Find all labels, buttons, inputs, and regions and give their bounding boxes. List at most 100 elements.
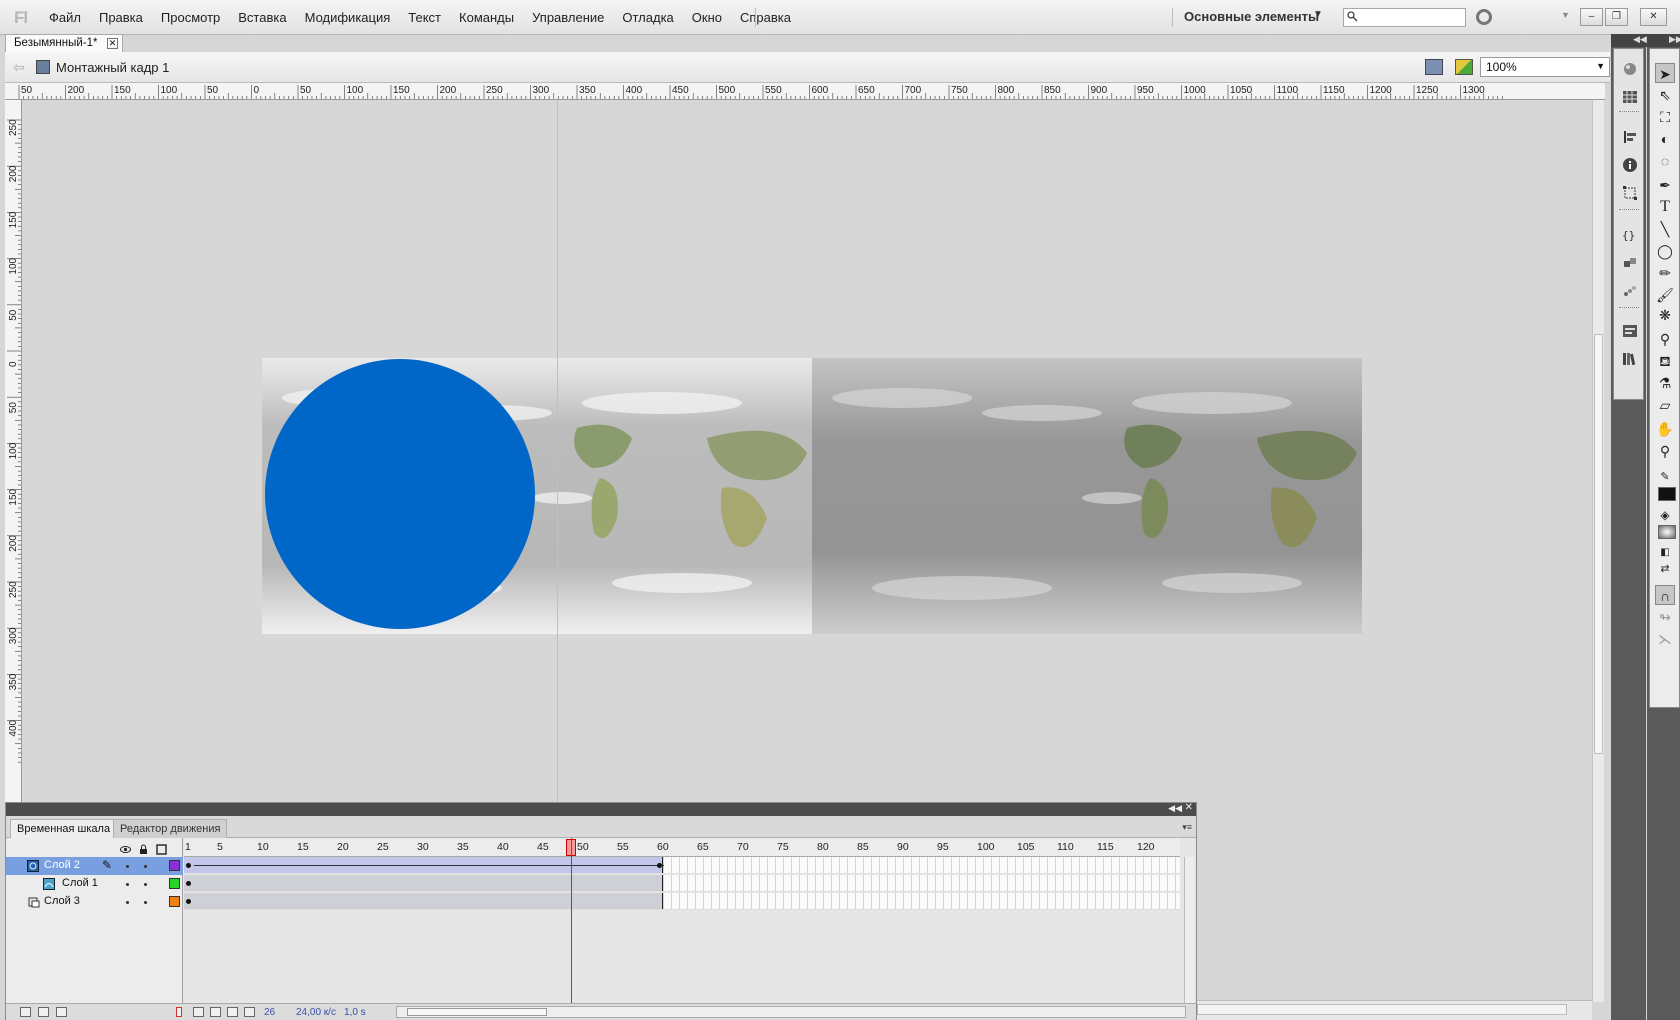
deco-tool-icon[interactable]: ❋	[1655, 305, 1675, 325]
dock-title-bar[interactable]: ◀◀ ▶▶	[1611, 34, 1680, 47]
paint-bucket-tool-icon[interactable]: ⛾	[1655, 351, 1675, 371]
properties-icon[interactable]	[1622, 323, 1638, 339]
center-frame-icon[interactable]	[176, 1007, 182, 1017]
chevron-down-icon[interactable]: ▼	[1596, 61, 1605, 71]
close-button[interactable]: ✕	[1640, 8, 1667, 26]
3d-rotation-tool-icon[interactable]: ◐	[1655, 129, 1675, 149]
back-arrow-icon[interactable]: ⇦	[13, 59, 25, 76]
fill-color-swatch[interactable]	[1658, 525, 1676, 539]
blue-circle-shape[interactable]	[265, 359, 535, 629]
new-folder-icon[interactable]	[38, 1007, 49, 1017]
code-snippets-icon[interactable]: {}	[1622, 227, 1638, 243]
minimize-button[interactable]: –	[1580, 8, 1603, 26]
tab-timeline[interactable]: Временная шкала	[10, 819, 118, 838]
lasso-tool-icon[interactable]: ◌	[1655, 151, 1675, 171]
frame-rate[interactable]: 24,00 к/с	[296, 1007, 336, 1018]
frame-row[interactable]	[184, 875, 1180, 892]
zoom-select[interactable]: 100% ▼	[1480, 57, 1610, 77]
layer-color-swatch[interactable]	[169, 896, 180, 907]
scrollbar-thumb[interactable]	[407, 1008, 547, 1016]
frame-span[interactable]	[184, 875, 663, 891]
scene-breadcrumb[interactable]: Монтажный кадр 1	[56, 60, 169, 75]
components-icon[interactable]	[1622, 255, 1638, 271]
document-tab[interactable]: Безымянный-1* ✕	[5, 34, 123, 52]
layer-color-swatch[interactable]	[169, 878, 180, 889]
lock-dot[interactable]	[144, 865, 147, 868]
chevron-down-icon[interactable]: ▼	[1561, 10, 1570, 20]
workspace-switcher[interactable]: Основные элементы	[1184, 9, 1319, 24]
restore-button[interactable]: ❐	[1605, 8, 1628, 26]
selection-tool-icon[interactable]: ➤	[1655, 63, 1675, 83]
stage-vertical-scrollbar[interactable]	[1592, 100, 1604, 1002]
panel-menu-icon[interactable]: ▾≡	[1182, 822, 1192, 833]
onion-outline-icon[interactable]	[210, 1007, 221, 1017]
close-icon[interactable]: ✕	[107, 38, 118, 49]
timeline-horizontal-scrollbar[interactable]	[396, 1006, 1186, 1018]
frame-span[interactable]	[184, 893, 663, 909]
layer-name[interactable]: Слой 1	[62, 877, 98, 889]
subselection-tool-icon[interactable]: ⇖	[1655, 85, 1675, 105]
frame-row[interactable]	[184, 893, 1180, 910]
hand-tool-icon[interactable]: ✋	[1655, 419, 1675, 439]
brush-tool-icon[interactable]: 🖌	[1655, 285, 1675, 305]
vertical-ruler[interactable]: 250 200 150 100 50 0 50 100 150 200 250 300 350 400	[5, 100, 22, 802]
pencil-tool-icon[interactable]: ✏	[1655, 263, 1675, 283]
layer-name[interactable]: Слой 2	[44, 859, 80, 871]
eyedropper-tool-icon[interactable]: ⚗	[1655, 373, 1675, 393]
lock-dot[interactable]	[144, 883, 147, 886]
smooth-icon[interactable]: ↬	[1655, 607, 1675, 627]
menu-debug[interactable]: Отладка	[613, 10, 682, 25]
bone-tool-icon[interactable]: ⚲	[1655, 329, 1675, 349]
text-tool-icon[interactable]: T	[1655, 197, 1675, 217]
layer-row[interactable]: Слой 3	[6, 893, 183, 911]
menu-help[interactable]: Справка	[731, 10, 800, 25]
eraser-tool-icon[interactable]: ▱	[1655, 395, 1675, 415]
align-icon[interactable]	[1622, 129, 1638, 145]
menu-text[interactable]: Текст	[399, 10, 450, 25]
timeline-vertical-scrollbar[interactable]	[1184, 857, 1194, 1003]
swatches-icon[interactable]	[1622, 89, 1638, 105]
chevron-down-icon[interactable]: ▼	[1313, 9, 1323, 20]
frame-row[interactable]	[184, 857, 1180, 874]
keyframe[interactable]	[657, 863, 662, 868]
panel-grip[interactable]	[1619, 209, 1639, 211]
motion-presets-icon[interactable]	[1622, 283, 1638, 299]
edit-symbols-icon[interactable]	[1455, 59, 1473, 75]
stage-pasteboard[interactable]	[22, 100, 1604, 802]
menu-view[interactable]: Просмотр	[152, 10, 229, 25]
current-frame[interactable]: 26	[264, 1007, 275, 1018]
line-tool-icon[interactable]: ╲	[1655, 219, 1675, 239]
keyframe[interactable]	[186, 899, 191, 904]
layer-color-swatch[interactable]	[169, 860, 180, 871]
scrollbar-thumb[interactable]	[1594, 334, 1603, 754]
menu-edit[interactable]: Правка	[90, 10, 152, 25]
info-icon[interactable]	[1622, 157, 1638, 173]
sync-settings-icon[interactable]	[1476, 9, 1492, 25]
lock-dot[interactable]	[144, 901, 147, 904]
pen-tool-icon[interactable]: ✒	[1655, 175, 1675, 195]
lock-icon[interactable]	[138, 844, 149, 855]
layer-row[interactable]: Слой 2 ✎	[6, 857, 183, 875]
visibility-dot[interactable]	[126, 883, 129, 886]
edit-multiple-frames-icon[interactable]	[227, 1007, 238, 1017]
expand-icon[interactable]: ▶▶	[1669, 34, 1680, 45]
swap-colors-icon[interactable]: ⇄	[1655, 559, 1675, 579]
panel-grip[interactable]	[1619, 111, 1639, 113]
close-icon[interactable]: ✕	[1185, 802, 1193, 813]
visibility-dot[interactable]	[126, 901, 129, 904]
panel-grip[interactable]	[1619, 307, 1639, 309]
menu-control[interactable]: Управление	[523, 10, 613, 25]
modify-markers-icon[interactable]	[244, 1007, 255, 1017]
fill-color-icon[interactable]: ◈	[1655, 505, 1675, 525]
collapse-icon[interactable]: ◀◀	[1168, 803, 1182, 814]
snap-magnet-icon[interactable]: ∩	[1655, 585, 1675, 605]
menu-insert[interactable]: Вставка	[229, 10, 295, 25]
visibility-dot[interactable]	[126, 865, 129, 868]
menu-modify[interactable]: Модификация	[296, 10, 400, 25]
menu-file[interactable]: Файл	[40, 10, 90, 25]
transform-icon[interactable]	[1622, 185, 1638, 201]
new-layer-icon[interactable]	[20, 1007, 31, 1017]
keyframe[interactable]	[186, 863, 191, 868]
onion-skin-icon[interactable]	[193, 1007, 204, 1017]
menu-commands[interactable]: Команды	[450, 10, 523, 25]
